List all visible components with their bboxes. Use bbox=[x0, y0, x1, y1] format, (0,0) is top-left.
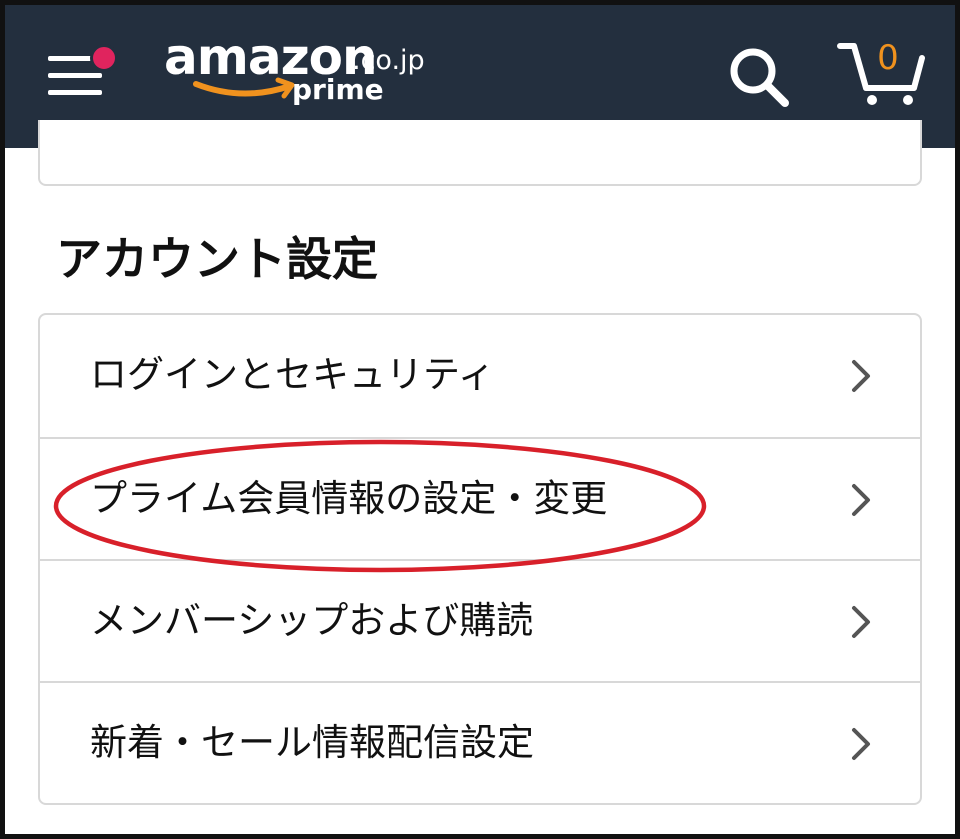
search-button[interactable] bbox=[726, 44, 792, 110]
chevron-right-icon bbox=[852, 360, 870, 392]
smile-arrow-icon bbox=[193, 77, 295, 99]
settings-item-new-arrivals-sale-notifications[interactable]: 新着・セール情報配信設定 bbox=[40, 681, 920, 803]
chevron-right-icon bbox=[852, 606, 870, 638]
logo-prime: prime bbox=[292, 73, 384, 106]
previous-section-card bbox=[38, 120, 922, 186]
hamburger-menu-icon-bar bbox=[48, 73, 102, 78]
settings-item-login-security[interactable]: ログインとセキュリティ bbox=[40, 315, 920, 437]
logo-tld: .co.jp bbox=[352, 45, 425, 76]
amazon-prime-logo[interactable]: amazon .co.jp prime bbox=[164, 30, 444, 110]
cart-count: 0 bbox=[877, 38, 899, 78]
chevron-right-icon bbox=[852, 728, 870, 760]
settings-item-label: プライム会員情報の設定・変更 bbox=[90, 477, 608, 520]
settings-item-label: 新着・セール情報配信設定 bbox=[90, 721, 534, 764]
search-icon bbox=[730, 48, 789, 107]
menu-button[interactable] bbox=[44, 44, 118, 104]
chevron-right-icon bbox=[852, 484, 870, 516]
cart-button[interactable]: 0 bbox=[836, 38, 928, 110]
settings-item-label: ログインとセキュリティ bbox=[90, 353, 495, 396]
notification-dot bbox=[90, 44, 118, 72]
settings-item-label: メンバーシップおよび購読 bbox=[90, 599, 534, 642]
section-title-account-settings: アカウント設定 bbox=[56, 232, 378, 286]
settings-item-membership-subscriptions[interactable]: メンバーシップおよび購読 bbox=[40, 559, 920, 681]
hamburger-menu-icon-bar bbox=[48, 90, 102, 95]
account-settings-list: ログインとセキュリティ プライム会員情報の設定・変更 メンバーシップおよび購読 … bbox=[38, 313, 922, 805]
settings-item-prime-membership[interactable]: プライム会員情報の設定・変更 bbox=[40, 437, 920, 559]
